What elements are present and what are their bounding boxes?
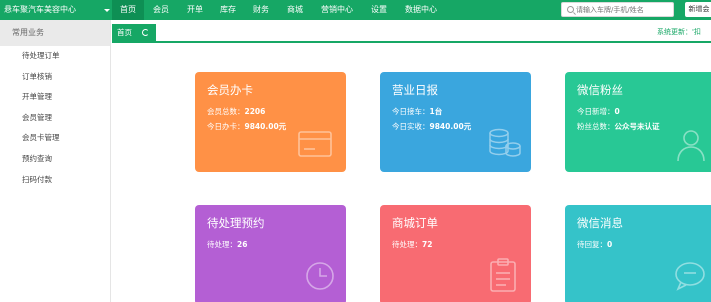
- card-pending-reservations[interactable]: 待处理预约 待处理：26: [195, 205, 346, 302]
- chevron-down-icon[interactable]: [104, 9, 110, 12]
- search-box[interactable]: [561, 2, 674, 17]
- stat-line: 待处理：72: [392, 240, 433, 249]
- stat-line: 会员总数：2206: [207, 107, 266, 116]
- sidebar: 常用业务 待处理订单 订单核销 开单管理 会员管理 会员卡管理 预约查询 扫码付…: [0, 20, 111, 302]
- chat-bubble-icon: [675, 262, 705, 291]
- nav-item-home[interactable]: 首页: [112, 0, 144, 20]
- search-input[interactable]: [576, 4, 672, 15]
- tab-home[interactable]: 首页: [112, 24, 156, 41]
- sidebar-item-scan-pay[interactable]: 扫码付款: [0, 170, 110, 191]
- new-member-button[interactable]: 新增会: [685, 2, 711, 17]
- nav-item-inventory[interactable]: 库存: [212, 0, 244, 20]
- card-title: 微信消息: [577, 216, 623, 230]
- tab-home-label: 首页: [117, 28, 132, 37]
- nav-item-settings[interactable]: 设置: [362, 0, 396, 20]
- card-wechat-messages[interactable]: 微信消息 待回复：0: [565, 205, 711, 302]
- card-member-cards[interactable]: 会员办卡 会员总数：2206 今日办卡：9840.00元: [195, 72, 346, 172]
- refresh-icon[interactable]: [142, 29, 149, 36]
- stat-line: 今日接车：1台: [392, 107, 443, 116]
- sidebar-header: 常用业务: [0, 20, 110, 46]
- nav-item-mall[interactable]: 商城: [278, 0, 312, 20]
- stat-line: 待回复：0: [577, 240, 613, 249]
- nav-item-members[interactable]: 会员: [144, 0, 178, 20]
- nav-item-data-center[interactable]: 数据中心: [396, 0, 446, 20]
- sidebar-item-order-verify[interactable]: 订单核销: [0, 67, 110, 88]
- card-title: 微信粉丝: [577, 83, 623, 97]
- sidebar-item-member-management[interactable]: 会员管理: [0, 108, 110, 129]
- system-update-notice[interactable]: 系统更新：'扣: [657, 24, 701, 41]
- stat-line: 今日实收：9840.00元: [392, 122, 472, 131]
- nav-item-marketing[interactable]: 营销中心: [312, 0, 362, 20]
- card-title: 待处理预约: [207, 216, 265, 230]
- nav-item-billing[interactable]: 开单: [178, 0, 212, 20]
- stat-line: 粉丝总数：公众号未认证: [577, 122, 660, 131]
- sidebar-item-card-management[interactable]: 会员卡管理: [0, 128, 110, 149]
- store-name[interactable]: 悬车聚汽车美容中心: [0, 0, 112, 20]
- sidebar-item-reservation-query[interactable]: 预约查询: [0, 149, 110, 170]
- stat-line: 待处理：26: [207, 240, 248, 249]
- stat-line: 今日新增：0: [577, 107, 620, 116]
- card-wechat-fans[interactable]: 微信粉丝 今日新增：0 粉丝总数：公众号未认证: [565, 72, 711, 172]
- sidebar-item-billing-management[interactable]: 开单管理: [0, 87, 110, 108]
- sidebar-item-pending-orders[interactable]: 待处理订单: [0, 46, 110, 67]
- main-nav: 首页 会员 开单 库存 财务 商城 营销中心 设置 数据中心: [112, 0, 446, 20]
- card-title: 商城订单: [392, 216, 438, 230]
- top-nav-bar: 悬车聚汽车美容中心 首页 会员 开单 库存 财务 商城 营销中心 设置 数据中心…: [0, 0, 711, 20]
- clock-icon: [306, 262, 334, 290]
- card-icon: [298, 131, 332, 157]
- card-daily-report[interactable]: 营业日报 今日接车：1台 今日实收：9840.00元: [380, 72, 531, 172]
- card-title: 营业日报: [392, 83, 438, 97]
- coins-icon: [489, 128, 521, 157]
- clipboard-icon: [490, 258, 516, 292]
- card-title: 会员办卡: [207, 83, 253, 97]
- search-icon: [567, 6, 574, 13]
- stat-line: 今日办卡：9840.00元: [207, 122, 287, 131]
- nav-item-finance[interactable]: 财务: [244, 0, 278, 20]
- tab-bar: 首页 系统更新：'扣: [112, 24, 711, 43]
- card-mall-orders[interactable]: 商城订单 待处理：72: [380, 205, 531, 302]
- user-icon: [677, 130, 705, 162]
